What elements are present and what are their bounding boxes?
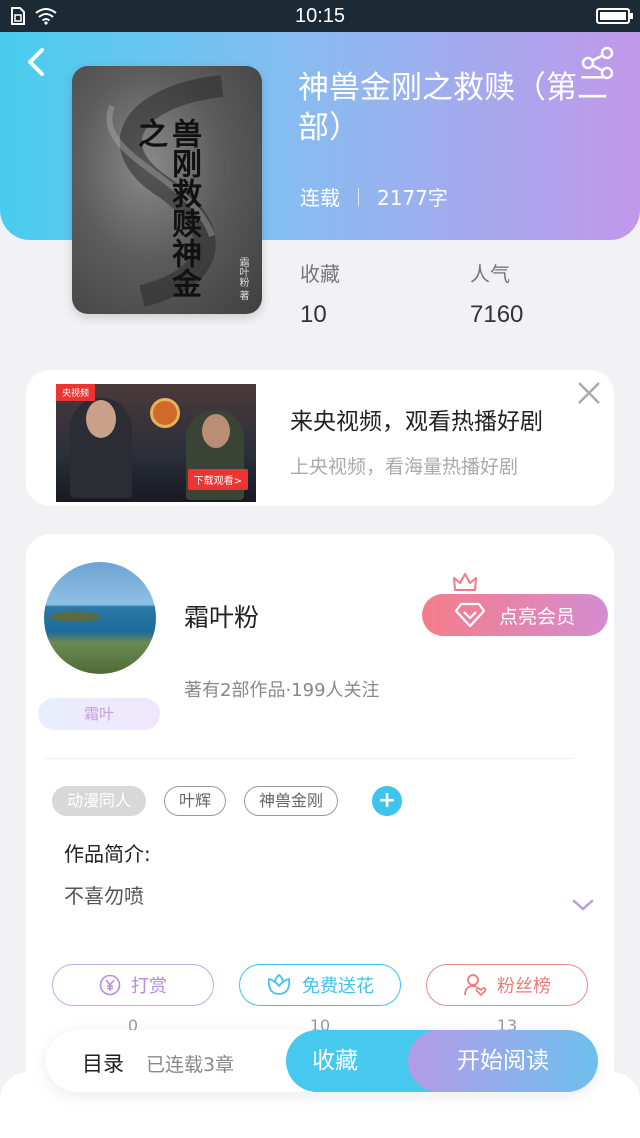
ad-thumbnail[interactable]: 央视频 下载观看>	[56, 384, 256, 502]
divider	[44, 758, 574, 759]
word-count: 2177字	[377, 186, 448, 210]
stat-value: 7160	[470, 301, 524, 328]
stat-popularity: 人气 7160	[470, 258, 523, 329]
ad-subtitle: 上央视频，看海量热播好剧	[290, 456, 519, 478]
intro-label: 作品简介:	[64, 842, 151, 866]
status-bar: 10:15	[0, 0, 640, 32]
stat-label: 人气	[470, 262, 510, 286]
diamond-icon	[454, 602, 485, 628]
meta-divider	[358, 187, 359, 206]
ad-title[interactable]: 来央视频，观看热播好剧	[290, 402, 543, 436]
ad-banner[interactable]: 央视频 下载观看> 来央视频，观看热播好剧 上央视频，看海量热播好剧	[26, 370, 614, 506]
tag[interactable]: 动漫同人	[52, 786, 147, 816]
battery-icon	[596, 8, 633, 24]
toc-button[interactable]: 目录	[82, 1048, 124, 1078]
book-title: 神兽金刚之救赎（第二部）	[298, 70, 608, 146]
add-tag-button[interactable]: +	[372, 786, 403, 816]
ad-brand: 央视频	[56, 384, 96, 401]
book-meta: 连载 2177字	[300, 182, 448, 211]
clock: 10:15	[294, 5, 346, 27]
chapter-status: 已连载3章	[146, 1054, 235, 1076]
stat-label: 收藏	[300, 262, 340, 286]
author-name[interactable]: 霜叶粉	[184, 598, 259, 634]
book-status: 连载	[300, 186, 340, 210]
tip-button[interactable]: 打赏	[52, 964, 214, 1006]
send-flower-button-label: 免费送花	[302, 976, 374, 997]
yen-coin-icon	[99, 974, 121, 996]
cover-author: 霜叶粉 著	[237, 256, 248, 300]
vip-button-label: 点亮会员	[498, 605, 575, 628]
cover-title: 兽刚救赎神金之	[132, 118, 201, 298]
chevron-down-icon[interactable]	[572, 898, 594, 912]
tag[interactable]: 神兽金刚	[244, 786, 339, 816]
send-flower-button[interactable]: 免费送花	[239, 964, 401, 1006]
back-icon[interactable]	[22, 44, 52, 80]
author-badge: 霜叶	[38, 698, 160, 730]
crown-icon	[453, 573, 477, 591]
user-heart-icon	[464, 974, 487, 996]
stat-value: 10	[300, 301, 327, 328]
ad-figure-face	[86, 400, 116, 438]
tag[interactable]: 叶辉	[164, 786, 227, 816]
intro-text: 不喜勿喷	[64, 884, 144, 908]
author-stats: 著有2部作品·199人关注	[184, 680, 380, 701]
flower-icon	[267, 974, 291, 995]
fan-ranking-button-label: 粉丝榜	[497, 976, 551, 997]
tip-button-label: 打赏	[131, 976, 167, 997]
stat-favorites: 收藏 10	[300, 258, 340, 329]
fan-ranking-button[interactable]: 粉丝榜	[426, 964, 588, 1006]
author-card: 霜叶粉 点亮会员 著有2部作品·199人关注 霜叶 动漫同人 叶辉 神兽金刚 +…	[26, 534, 614, 1094]
start-reading-button[interactable]: 开始阅读	[408, 1030, 598, 1092]
book-cover[interactable]: 兽刚救赎神金之 霜叶粉 著	[72, 66, 262, 314]
vip-button[interactable]: 点亮会员	[422, 594, 608, 636]
bottom-action-bar: 目录 已连载3章 收藏 开始阅读	[46, 1030, 598, 1092]
tag-list: 动漫同人 叶辉 神兽金刚 +	[52, 786, 403, 816]
close-icon[interactable]	[576, 380, 602, 406]
ad-emblem	[150, 398, 180, 428]
ad-download-button[interactable]: 下载观看>	[187, 469, 248, 490]
avatar[interactable]	[44, 562, 156, 674]
ad-figure-face	[202, 414, 230, 448]
